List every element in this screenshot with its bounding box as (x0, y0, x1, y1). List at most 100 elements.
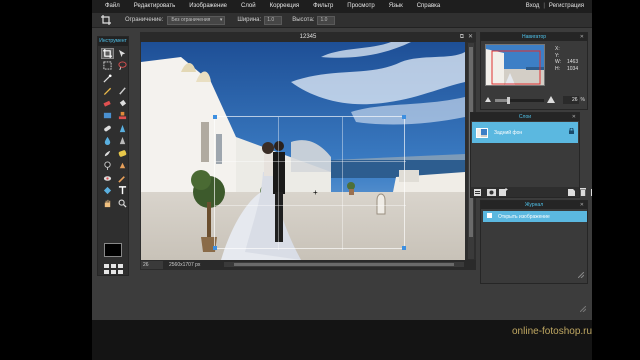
navigator-thumbnail[interactable] (485, 44, 545, 86)
tools-panel: Инструмент (97, 36, 129, 276)
wand-icon[interactable] (101, 73, 114, 84)
resize-grip-icon[interactable] (577, 271, 585, 280)
new-layer-icon[interactable] (499, 188, 508, 196)
close-icon[interactable]: ✕ (580, 201, 584, 209)
navigator-zoom-field[interactable]: 26 (562, 96, 579, 104)
layers-title-text: Слои (518, 114, 532, 120)
tools-title: Инструмент (98, 37, 128, 46)
site-watermark: online-fotoshop.ru (512, 326, 593, 337)
dodge-icon[interactable] (101, 161, 114, 172)
healing-icon[interactable] (101, 123, 114, 134)
layers-panel: Слои ✕ Задний фон (470, 112, 592, 198)
crop-selection[interactable] (213, 115, 406, 250)
smudge-icon[interactable] (101, 148, 114, 159)
layer-mask-icon[interactable] (487, 188, 496, 196)
layer-thumbnail (476, 127, 488, 138)
tool-grid (98, 46, 128, 209)
lasso-icon[interactable] (116, 61, 129, 72)
gradient-icon[interactable] (101, 111, 114, 122)
menu-layer[interactable]: Слой (234, 0, 263, 13)
navigator-preview-image (486, 45, 544, 85)
close-icon[interactable]: ✕ (572, 113, 576, 121)
navigator-coordinates: X: Y: W: 1463 H: 1034 (555, 46, 578, 72)
canvas-zoom-field[interactable]: 26 (141, 261, 163, 269)
lock-icon[interactable] (569, 127, 574, 136)
navigator-zoom-bar: 26 % (485, 95, 585, 105)
layer-style-icon[interactable] (591, 188, 592, 196)
navigator-title: Навигатор ✕ (481, 33, 587, 41)
crop-handle[interactable] (402, 246, 406, 250)
blur-icon[interactable] (101, 136, 114, 147)
h-value: 1034 (567, 65, 579, 72)
crop-handle[interactable] (213, 246, 217, 250)
brush-icon[interactable] (116, 86, 129, 97)
history-item[interactable]: Открыть изображение (483, 211, 587, 222)
constraint-select[interactable]: Без ограничения ▾ (167, 15, 226, 25)
new-folder-icon[interactable] (568, 188, 575, 196)
close-icon[interactable]: ✕ (580, 33, 584, 41)
menu-file[interactable]: Файл (98, 0, 127, 13)
crop-grid-line (215, 205, 406, 206)
eyedropper-icon[interactable] (116, 173, 129, 184)
options-bar: Ограничение: Без ограничения ▾ Ширина: 1… (92, 13, 592, 28)
eye-icon[interactable] (101, 173, 114, 184)
width-field[interactable]: 1.0 (264, 15, 283, 25)
eraser-icon[interactable] (101, 98, 114, 109)
crop-handle[interactable] (213, 115, 217, 119)
constraint-value: Без ограничения (171, 16, 211, 23)
history-step-icon (487, 213, 492, 220)
crop-grid-line (278, 117, 279, 250)
sharpen-icon[interactable] (116, 136, 129, 147)
history-item-name: Открыть изображение (498, 213, 550, 220)
text-icon[interactable] (116, 186, 129, 197)
editor-window: Файл Редактировать Изображение Слой Корр… (92, 0, 592, 320)
zoom-slider-handle[interactable] (507, 96, 510, 104)
layer-name: Задний фон (494, 129, 523, 136)
photo-canvas[interactable]: + (141, 42, 465, 260)
zoom-out-icon[interactable] (485, 96, 491, 104)
zoom-icon[interactable] (116, 198, 129, 209)
navigator-panel: Навигатор ✕ X: Y: W: 1463 H: 1034 26 % (480, 32, 588, 110)
restore-icon[interactable]: ⧉ (460, 32, 464, 42)
menu-adjustment[interactable]: Коррекция (263, 0, 307, 13)
menu-filter[interactable]: Фильтр (306, 0, 340, 13)
image-dimensions: 2560x1707 px (169, 262, 201, 268)
marquee-icon[interactable] (101, 61, 114, 72)
bucket-icon[interactable] (116, 98, 129, 109)
close-icon[interactable]: ✕ (468, 32, 473, 42)
crop-icon[interactable] (99, 15, 113, 26)
pencil-icon[interactable] (101, 86, 114, 97)
crop-handle[interactable] (402, 115, 406, 119)
colorpicker-icon[interactable] (101, 186, 114, 197)
crosshair-cursor: + (313, 188, 318, 197)
layers-toolbar (471, 187, 592, 197)
burn-icon[interactable] (116, 161, 129, 172)
zoom-unit: % (580, 97, 585, 103)
menu-help[interactable]: Справка (410, 0, 448, 13)
layer-row[interactable]: Задний фон (472, 122, 578, 143)
sponge-icon[interactable] (116, 148, 129, 159)
view-mode-icon[interactable] (104, 264, 123, 274)
height-field[interactable]: 1.0 (317, 15, 336, 25)
layer-settings-icon[interactable] (474, 188, 481, 196)
menu-image[interactable]: Изображение (182, 0, 234, 13)
trash-icon[interactable] (580, 188, 586, 196)
menu-view[interactable]: Просмотр (340, 0, 381, 13)
history-title-text: Журнал (524, 202, 544, 208)
login-link[interactable]: Вход (526, 0, 540, 13)
zoom-slider[interactable] (495, 96, 544, 104)
horizontal-scroll-thumb[interactable] (234, 263, 454, 266)
menu-edit[interactable]: Редактировать (127, 0, 182, 13)
hand-icon[interactable] (101, 198, 114, 209)
menu-language[interactable]: Язык (382, 0, 410, 13)
horizontal-scrollbar[interactable] (224, 262, 464, 267)
zoom-in-icon[interactable] (546, 95, 555, 105)
clone-stamp-icon[interactable] (116, 111, 129, 122)
crop-icon[interactable] (101, 48, 114, 59)
register-link[interactable]: Регистрация (549, 0, 584, 13)
move-icon[interactable] (116, 48, 129, 59)
foreground-color-swatch[interactable] (104, 243, 122, 257)
resize-grip-icon[interactable] (579, 305, 587, 314)
red-eye-icon[interactable] (116, 123, 129, 134)
